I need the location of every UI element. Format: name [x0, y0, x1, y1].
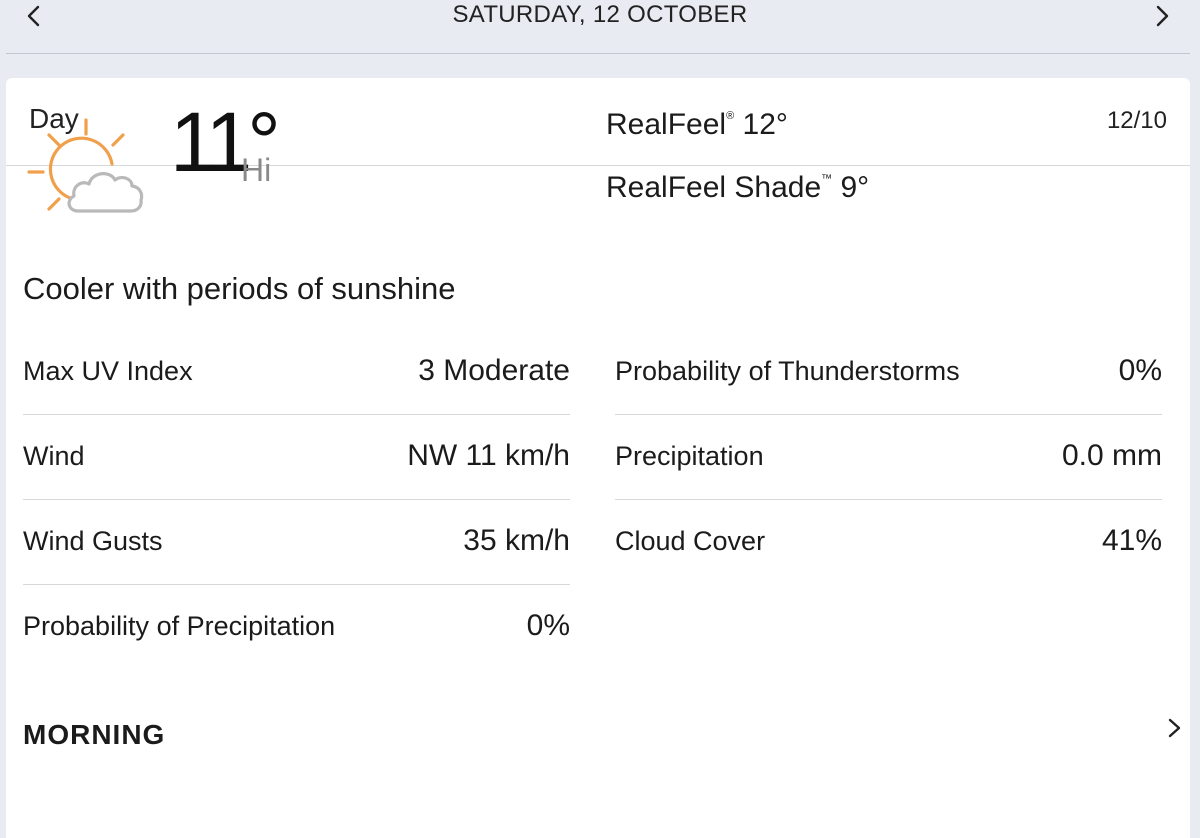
trademark-mark: ™: [821, 173, 833, 185]
realfeel-label: RealFeel: [606, 108, 727, 141]
detail-label: Wind: [23, 441, 85, 471]
detail-label: Wind Gusts: [23, 526, 163, 556]
detail-label: Precipitation: [615, 441, 764, 471]
detail-value: 35 km/h: [463, 524, 570, 557]
detail-value: 0%: [526, 609, 570, 642]
temperature-hi-label: Hi: [241, 152, 272, 188]
detail-row-wind-gusts: Wind Gusts 35 km/h: [23, 500, 570, 585]
registered-mark: ®: [726, 110, 735, 122]
detail-row-uv-index: Max UV Index 3 Moderate: [23, 330, 570, 415]
realfeel: RealFeel® 12°: [606, 108, 788, 142]
realfeel-value: 12°: [742, 108, 788, 141]
weather-phrase: Cooler with periods of sunshine: [23, 271, 456, 306]
realfeel-shade-label: RealFeel Shade: [606, 171, 822, 204]
detail-value: 3 Moderate: [418, 354, 570, 387]
chevron-right-icon[interactable]: [1162, 716, 1186, 740]
short-date: 12/10: [1106, 107, 1167, 134]
next-day-button[interactable]: [1142, 0, 1182, 32]
detail-row-precipitation: Precipitation 0.0 mm: [615, 415, 1162, 500]
detail-label: Cloud Cover: [615, 526, 766, 556]
date-navigation: SATURDAY, 12 OCTOBER: [0, 0, 1200, 36]
partly-sunny-icon: [27, 118, 144, 213]
morning-section-header[interactable]: MORNING: [23, 719, 165, 751]
detail-value: 0.0 mm: [1061, 439, 1162, 472]
details-left: Max UV Index 3 Moderate Wind NW 11 km/h …: [23, 330, 570, 670]
detail-label: Probability of Precipitation: [23, 611, 336, 641]
date-title: SATURDAY, 12 OCTOBER: [452, 1, 748, 28]
details-right: Probability of Thunderstorms 0% Precipit…: [615, 330, 1162, 585]
detail-row-wind: Wind NW 11 km/h: [23, 415, 570, 500]
detail-value: 41%: [1101, 524, 1162, 557]
nav-divider: [6, 53, 1190, 54]
detail-label: Probability of Thunderstorms: [615, 356, 960, 386]
detail-row-cloud-cover: Cloud Cover 41%: [615, 500, 1162, 585]
detail-value: 0%: [1118, 354, 1162, 387]
chevron-right-icon: [1156, 5, 1169, 27]
realfeel-shade: RealFeel Shade™ 9°: [606, 171, 869, 205]
detail-row-precip-probability: Probability of Precipitation 0%: [23, 585, 570, 670]
realfeel-shade-value: 9°: [840, 171, 870, 204]
detail-label: Max UV Index: [23, 356, 193, 386]
detail-value: NW 11 km/h: [407, 439, 570, 472]
detail-row-thunderstorm-probability: Probability of Thunderstorms 0%: [615, 330, 1162, 415]
